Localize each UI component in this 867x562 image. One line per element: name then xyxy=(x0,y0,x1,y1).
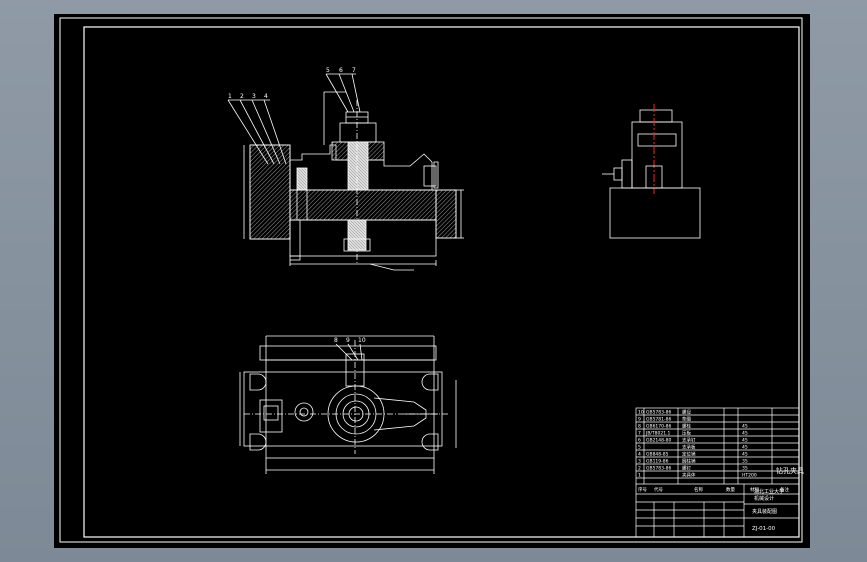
balloon-9: 9 xyxy=(346,337,350,344)
top-view-balloons: 8 9 10 xyxy=(334,337,366,344)
parts-row-3-material: 35 xyxy=(742,459,748,465)
parts-row-10-name: 螺母 xyxy=(682,409,691,416)
drawing-viewport[interactable]: 1 2 3 4 5 6 7 8 9 10 10 GB5783-86 螺母 9 G… xyxy=(54,14,810,548)
top-view xyxy=(239,335,457,474)
parts-row-9-no: 9 xyxy=(638,417,641,423)
parts-row-6-code: GB2148-80 xyxy=(646,438,672,444)
parts-row-4-material: 45 xyxy=(742,452,748,458)
parts-row-4-name: 定位销 xyxy=(682,451,696,458)
parts-row-2-name: 螺钉 xyxy=(682,465,691,472)
side-view xyxy=(602,104,701,239)
parts-row-8-code: GB6170-86 xyxy=(646,424,672,430)
header-no: 序号 xyxy=(638,486,647,493)
parts-row-5-name: 支承板 xyxy=(682,444,696,451)
project-title: 钻孔夹具 xyxy=(776,466,804,475)
school-line-2: 机械设计 xyxy=(754,495,774,502)
front-view xyxy=(227,73,464,271)
balloon-6: 6 xyxy=(339,67,343,74)
parts-row-7-name: 压板 xyxy=(682,430,691,437)
parts-row-4-code: GB848-85 xyxy=(646,452,669,458)
parts-row-9-code: GB5781-86 xyxy=(646,417,672,423)
header-qty: 数量 xyxy=(726,486,735,493)
parts-list: 10 GB5783-86 螺母9 GB5781-86 垫圈8 GB6170-86 螺栓 457… xyxy=(638,409,757,479)
balloon-7: 7 xyxy=(352,67,356,74)
parts-row-2-no: 2 xyxy=(638,466,641,472)
balloon-4: 4 xyxy=(264,93,268,100)
parts-row-1-name: 夹具体 xyxy=(682,472,696,479)
parts-row-6-no: 6 xyxy=(638,438,641,444)
balloon-2: 2 xyxy=(240,93,244,100)
parts-row-6-material: 45 xyxy=(742,438,748,444)
parts-row-8-no: 8 xyxy=(638,424,641,430)
parts-row-8-name: 螺栓 xyxy=(682,423,691,430)
parts-row-7-code: JB/T8021.1 xyxy=(645,431,671,437)
parts-row-1-material: HT200 xyxy=(742,473,757,479)
parts-row-8-material: 45 xyxy=(742,424,748,430)
parts-row-1-no: 1 xyxy=(638,473,641,479)
parts-row-10-code: GB5783-86 xyxy=(646,410,672,416)
drawing-number: ZJ-01-00 xyxy=(752,526,776,532)
parts-row-4-no: 4 xyxy=(638,452,641,458)
header-code: 代号 xyxy=(654,486,663,493)
parts-row-2-material: 35 xyxy=(742,466,748,472)
cad-drawing: 1 2 3 4 5 6 7 8 9 10 10 GB5783-86 螺母9 GB… xyxy=(59,17,804,543)
parts-row-3-no: 3 xyxy=(638,459,641,465)
front-view-balloons: 1 2 3 4 5 6 7 xyxy=(228,67,356,100)
balloon-1: 1 xyxy=(228,93,232,100)
balloon-10: 10 xyxy=(358,337,366,344)
drawing-name: 夹具装配图 xyxy=(752,508,777,515)
parts-row-3-name: 圆柱销 xyxy=(682,458,696,465)
school-line-1: 湖北工业大学 xyxy=(754,488,784,495)
parts-row-5-no: 5 xyxy=(638,445,641,451)
title-block-text: 序号 代号 名称 数量 材料 备注 钻孔夹具 湖北工业大学 机械设计 夹具装配图… xyxy=(638,466,804,532)
balloon-3: 3 xyxy=(252,93,256,100)
parts-row-3-code: GB119-86 xyxy=(646,459,669,465)
parts-row-2-code: GB5783-86 xyxy=(646,466,672,472)
parts-row-6-name: 支承钉 xyxy=(682,437,696,444)
parts-row-9-name: 垫圈 xyxy=(682,416,691,423)
parts-row-10-no: 10 xyxy=(638,410,644,416)
balloon-5: 5 xyxy=(326,67,330,74)
parts-row-7-material: 45 xyxy=(742,431,748,437)
header-name: 名称 xyxy=(694,486,703,493)
balloon-8: 8 xyxy=(334,337,338,344)
parts-row-7-no: 7 xyxy=(638,431,641,437)
parts-row-5-material: 45 xyxy=(742,445,748,451)
